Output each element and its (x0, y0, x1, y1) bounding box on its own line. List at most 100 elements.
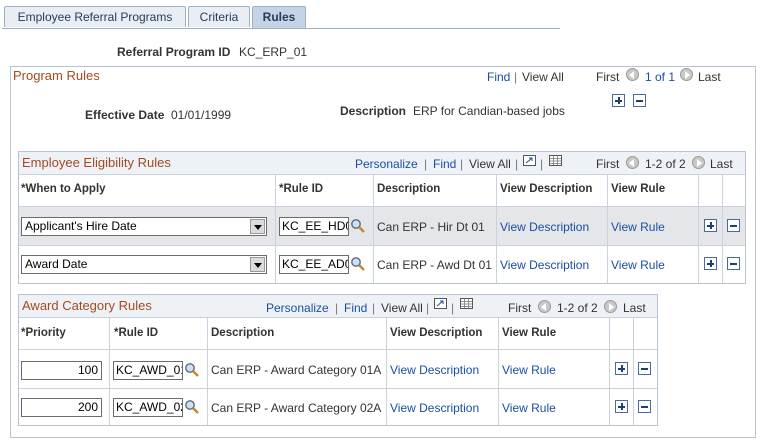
add-row-icon[interactable] (704, 257, 717, 270)
tab-underline (2, 28, 560, 29)
col-divider (386, 318, 387, 425)
col-divider (373, 175, 374, 283)
award-count: 1-2 of 2 (557, 301, 598, 315)
col-divider (207, 318, 208, 425)
next-icon[interactable] (680, 68, 693, 81)
rule-id-field[interactable]: KC_AWD_02 (113, 398, 183, 417)
eligibility-count: 1-2 of 2 (645, 157, 686, 171)
eligibility-title: Employee Eligibility Rules (22, 155, 171, 170)
award-personalize-link[interactable]: Personalize (266, 301, 329, 315)
view-rule-link[interactable]: View Rule (611, 220, 665, 234)
col-header-when-to-apply: *When to Apply (21, 183, 106, 195)
view-description-link[interactable]: View Description (500, 258, 589, 272)
col-header-description: Description (377, 183, 441, 195)
col-divider (698, 175, 699, 283)
lookup-icon[interactable] (350, 218, 366, 234)
delete-row-icon[interactable] (638, 362, 651, 375)
program-rules-find-link[interactable]: Find (487, 70, 510, 84)
col-header-description: Description (211, 327, 275, 339)
separator: | (515, 157, 519, 171)
lookup-icon[interactable] (184, 399, 200, 415)
tab-rules[interactable]: Rules (252, 6, 306, 28)
col-header-view-description: View Description (500, 183, 593, 195)
award-view-all: View All (381, 301, 423, 315)
view-description-link[interactable]: View Description (500, 220, 589, 234)
tab-criteria[interactable]: Criteria (188, 6, 250, 27)
program-rules-last: Last (698, 70, 721, 84)
col-header-priority: *Priority (21, 327, 66, 339)
lookup-icon[interactable] (184, 362, 200, 378)
col-divider (498, 318, 499, 425)
when-to-apply-select[interactable]: Applicant's Hire Date (21, 217, 267, 236)
separator: | (460, 157, 464, 171)
program-id-label: Referral Program ID (117, 45, 231, 59)
when-to-apply-value: Award Date (25, 257, 88, 271)
col-divider (275, 175, 276, 283)
program-rules-view-all: View All (522, 70, 564, 84)
col-header-view-description: View Description (390, 327, 483, 339)
download-icon[interactable] (549, 155, 562, 166)
separator: | (514, 70, 518, 84)
description-value: ERP for Candian-based jobs (413, 104, 565, 118)
col-divider (722, 175, 723, 283)
col-divider (607, 175, 608, 283)
rule-description: Can ERP - Awd Dt 01 (377, 258, 492, 272)
effective-date-value: 01/01/1999 (171, 108, 232, 122)
eligibility-last: Last (710, 157, 733, 171)
view-rule-link[interactable]: View Rule (502, 401, 556, 415)
separator: | (424, 157, 428, 171)
add-row-icon[interactable] (615, 362, 628, 375)
previous-icon[interactable] (538, 300, 551, 313)
view-description-link[interactable]: View Description (390, 363, 479, 377)
tab-employee-referral-programs[interactable]: Employee Referral Programs (4, 6, 186, 27)
previous-icon[interactable] (626, 156, 639, 169)
program-rules-first: First (596, 70, 620, 84)
add-row-icon[interactable] (612, 94, 625, 107)
col-header-rule-id: *Rule ID (279, 183, 324, 195)
view-rule-link[interactable]: View Rule (502, 363, 556, 377)
add-row-icon[interactable] (704, 219, 717, 232)
col-header-rule-id: *Rule ID (114, 327, 159, 339)
chevron-down-icon[interactable] (250, 257, 265, 272)
delete-row-icon[interactable] (727, 257, 740, 270)
next-icon[interactable] (692, 156, 705, 169)
view-description-link[interactable]: View Description (390, 401, 479, 415)
divider (19, 245, 745, 246)
divider (19, 317, 657, 318)
priority-field[interactable]: 100 (21, 361, 102, 380)
delete-row-icon[interactable] (727, 219, 740, 232)
delete-row-icon[interactable] (633, 94, 646, 107)
next-icon[interactable] (604, 300, 617, 313)
when-to-apply-select[interactable]: Award Date (21, 255, 267, 274)
delete-row-icon[interactable] (638, 400, 651, 413)
chevron-down-icon[interactable] (250, 219, 265, 234)
rule-id-field[interactable]: KC_EE_HD01 (279, 217, 349, 236)
rule-id-field[interactable]: KC_EE_AD01 (279, 255, 349, 274)
eligibility-personalize-link[interactable]: Personalize (355, 157, 418, 171)
eligibility-find-link[interactable]: Find (433, 157, 456, 171)
divider (19, 174, 745, 175)
priority-field[interactable]: 200 (21, 398, 102, 417)
rule-id-field[interactable]: KC_AWD_01 (113, 361, 183, 380)
zoom-icon[interactable] (523, 155, 536, 166)
zoom-icon[interactable] (434, 298, 447, 309)
when-to-apply-value: Applicant's Hire Date (25, 219, 137, 233)
col-divider (109, 318, 110, 425)
col-header-view-rule: View Rule (502, 327, 557, 339)
lookup-icon[interactable] (350, 256, 366, 272)
award-first: First (508, 301, 532, 315)
award-title: Award Category Rules (22, 298, 152, 313)
add-row-icon[interactable] (615, 400, 628, 413)
separator: | (335, 301, 339, 315)
program-id-value: KC_ERP_01 (239, 45, 308, 59)
download-icon[interactable] (460, 298, 473, 309)
separator: | (372, 301, 376, 315)
award-find-link[interactable]: Find (344, 301, 367, 315)
col-header-view-rule: View Rule (611, 183, 666, 195)
view-rule-link[interactable]: View Rule (611, 258, 665, 272)
previous-icon[interactable] (626, 68, 639, 81)
program-rules-title: Program Rules (13, 68, 100, 83)
rule-description: Can ERP - Award Category 01A (211, 363, 382, 377)
eligibility-view-all: View All (469, 157, 511, 171)
col-divider (609, 318, 610, 425)
